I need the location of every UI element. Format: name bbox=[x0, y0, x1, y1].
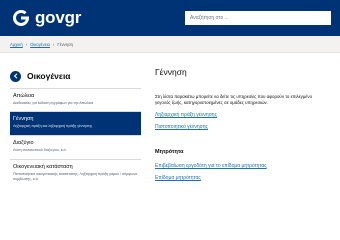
link-maternity-allowance[interactable]: Επίδομα μητρότητας bbox=[155, 175, 340, 181]
govgr-logo[interactable]: govgr bbox=[10, 8, 81, 28]
sidebar-item-birth[interactable]: Γέννηση Ληξιαρχική πράξη και ληξιαρχική … bbox=[10, 111, 141, 135]
sidebar-item-label: Γέννηση bbox=[13, 116, 34, 122]
sidebar-item-label: Απώλεια bbox=[13, 93, 35, 99]
sidebar: Οικογένεια Απώλεια Διαδικασίες για έκδοσ… bbox=[10, 64, 141, 191]
breadcrumb: Αρχική › Οικογένεια › Γέννηση bbox=[10, 42, 73, 47]
breadcrumb-home[interactable]: Αρχική bbox=[10, 42, 23, 47]
intro-line: γεγονός ζωής, κατηγοριοποιημένες σε ομάδ… bbox=[155, 99, 268, 105]
main-content: Γέννηση Στη λίστα παρακάτω μπορείτε να δ… bbox=[155, 67, 340, 181]
sidebar-item-label: Διαζύγιο bbox=[13, 140, 34, 146]
back-button[interactable] bbox=[10, 70, 21, 82]
breadcrumb-family[interactable]: Οικογένεια bbox=[30, 42, 50, 47]
sidebar-item-description: Πιστοποιητικό οικογενειακής κατάστασης, … bbox=[13, 172, 138, 181]
breadcrumb-separator: › bbox=[52, 42, 55, 47]
sidebar-item-label: Οικογενειακή κατάσταση bbox=[13, 164, 73, 170]
govgr-logo-icon bbox=[13, 9, 29, 26]
breadcrumb-bar: Αρχική › Οικογένεια › Γέννηση bbox=[0, 36, 340, 53]
sidebar-item-description: Ληξιαρχική πράξη και ληξιαρχική πράξη γέ… bbox=[13, 124, 93, 128]
intro-text: Στη λίστα παρακάτω μπορείτε να δείτε τις… bbox=[155, 94, 340, 105]
sidebar-title: Οικογένεια bbox=[27, 71, 71, 81]
back-arrow-icon bbox=[13, 73, 17, 79]
site-header: govgr bbox=[0, 0, 340, 36]
breadcrumb-current: Γέννηση bbox=[57, 42, 73, 47]
link-birth-certificate[interactable]: Πιστοποιητικό γέννησης bbox=[155, 124, 340, 130]
sidebar-header: Οικογένεια bbox=[10, 64, 141, 88]
sidebar-item-family-status[interactable]: Οικογενειακή κατάσταση Πιστοποιητικό οικ… bbox=[10, 159, 141, 191]
section-heading-maternity: Μητρότητα bbox=[155, 149, 184, 156]
link-birth-record[interactable]: Ληξιαρχική πράξη γέννησης bbox=[155, 112, 340, 118]
link-employer-confirmation[interactable]: Επιβεβαίωση εργοδότη για το επίδομα μητρ… bbox=[155, 163, 340, 169]
search-input[interactable] bbox=[185, 11, 331, 25]
sidebar-item-divorce[interactable]: Διαζύγιο Λύση συναινετικού διαζυγίου, κ.… bbox=[10, 135, 141, 159]
sidebar-item-description: Διαδικασίες για έκδοση εγγράφων για την … bbox=[13, 101, 94, 105]
page-title: Γέννηση bbox=[155, 67, 187, 77]
logo-text: govgr bbox=[35, 8, 82, 27]
sidebar-item-description: Λύση συναινετικού διαζυγίου, κ.ά. bbox=[13, 148, 67, 152]
breadcrumb-separator: › bbox=[25, 42, 28, 47]
sidebar-item-loss[interactable]: Απώλεια Διαδικασίες για έκδοση εγγράφων … bbox=[10, 88, 141, 111]
